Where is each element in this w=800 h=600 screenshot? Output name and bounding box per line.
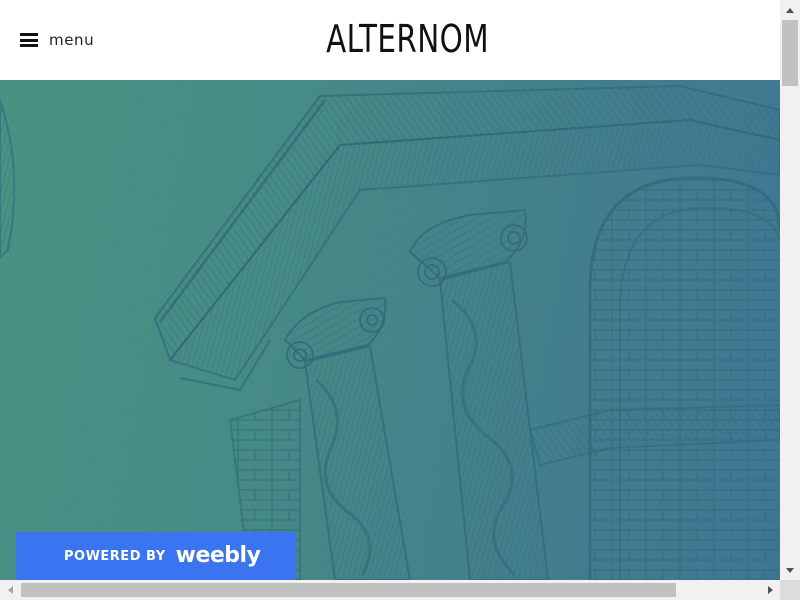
site-title[interactable]: ALTERNOM [57,16,758,62]
hero-banner [0,80,780,580]
scrollbar-corner [780,580,800,600]
vertical-scroll-thumb[interactable] [782,20,798,86]
powered-by-weebly-badge[interactable]: POWERED BY weebly [16,532,296,580]
arrow-up-icon[interactable] [780,0,800,20]
horizontal-scrollbar[interactable] [0,580,780,600]
horizontal-scroll-thumb[interactable] [21,583,676,597]
arrow-right-icon[interactable] [760,580,780,600]
arrow-down-icon[interactable] [780,560,800,580]
weebly-logo: weebly [175,542,261,568]
hamburger-icon [20,33,38,47]
arrow-left-icon[interactable] [0,580,20,600]
powered-by-label: POWERED BY [64,548,166,564]
vertical-scrollbar[interactable] [780,0,800,580]
site-header: menu ALTERNOM [0,0,780,80]
page: menu ALTERNOM POWERED BY weebly [0,0,780,580]
classical-building-engraving [0,80,780,580]
